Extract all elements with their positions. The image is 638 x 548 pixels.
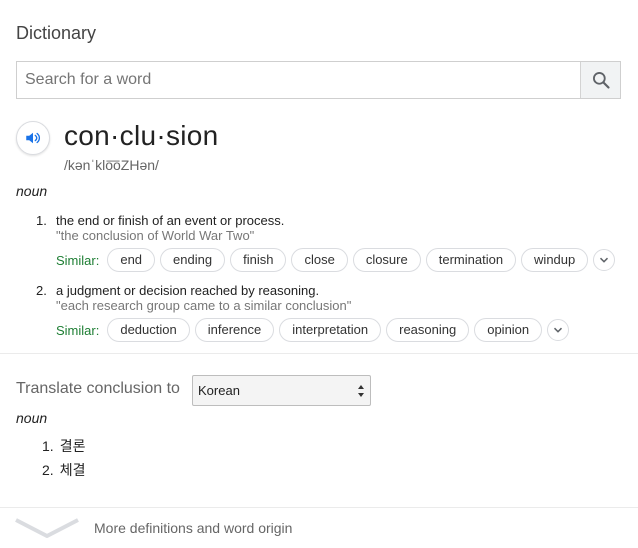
- definition-text: a judgment or decision reached by reason…: [56, 283, 320, 298]
- chevron-down-icon: [554, 327, 563, 333]
- headword: con·clu·sion: [64, 120, 219, 151]
- more-similar-button[interactable]: [593, 249, 616, 271]
- selected-language: Korean: [198, 383, 240, 398]
- similar-chip-ending[interactable]: ending: [160, 248, 226, 272]
- similar-chip-end[interactable]: end: [107, 248, 156, 272]
- dictionary-title: Dictionary: [16, 23, 97, 43]
- more-definitions-link[interactable]: More definitions and word origin: [94, 520, 292, 536]
- definition-example: "the conclusion of World War Two": [56, 228, 255, 243]
- search-input[interactable]: [17, 62, 579, 98]
- definition-number: 2.: [36, 283, 47, 298]
- translation-item: 1. 결론: [42, 436, 91, 456]
- similar-words-row: Similar: end ending finish close closure…: [56, 248, 616, 272]
- similar-chip-termination[interactable]: termination: [425, 248, 517, 272]
- translate-label: Translate conclusion to: [16, 380, 180, 397]
- similar-chip-inference[interactable]: inference: [194, 318, 275, 342]
- language-select[interactable]: Korean: [192, 375, 371, 406]
- translation-text: 결론: [59, 438, 86, 454]
- translation-part-of-speech: noun: [16, 410, 48, 426]
- search-button[interactable]: [580, 62, 620, 98]
- part-of-speech: noun: [16, 183, 48, 199]
- select-arrows-icon: [358, 385, 364, 397]
- expand-button[interactable]: [14, 516, 80, 543]
- definition-example: "each research group came to a similar c…: [56, 298, 352, 313]
- similar-chip-close[interactable]: close: [291, 248, 348, 272]
- similar-words-row: Similar: deduction inference interpretat…: [56, 318, 570, 342]
- search-icon: [592, 72, 610, 89]
- similar-chip-windup[interactable]: windup: [521, 248, 589, 272]
- definition-number: 1.: [36, 213, 47, 228]
- pronunciation-button[interactable]: [16, 121, 50, 155]
- search-box: [16, 61, 621, 99]
- similar-chip-opinion[interactable]: opinion: [474, 318, 543, 342]
- similar-label: Similar:: [56, 322, 100, 338]
- chevron-down-icon: [600, 257, 609, 263]
- similar-chip-closure[interactable]: closure: [352, 248, 421, 272]
- definition-text: the end or finish of an event or process…: [56, 213, 285, 228]
- similar-chip-interpretation[interactable]: interpretation: [279, 318, 382, 342]
- translation-number: 1.: [42, 438, 54, 454]
- similar-chip-reasoning[interactable]: reasoning: [386, 318, 470, 342]
- translation-item: 2. 체결: [42, 460, 91, 480]
- similar-chip-deduction[interactable]: deduction: [107, 318, 190, 342]
- translation-number: 2.: [42, 462, 54, 478]
- similar-chip-finish[interactable]: finish: [230, 248, 287, 272]
- phonetic-spelling: /kənˈklo͞oZHən/: [64, 157, 159, 173]
- translation-text: 체결: [59, 462, 86, 478]
- section-divider: [0, 353, 638, 354]
- more-similar-button[interactable]: [547, 319, 570, 341]
- footer-divider: [0, 507, 638, 508]
- speaker-icon: [26, 132, 41, 144]
- similar-label: Similar:: [56, 252, 100, 268]
- chevron-down-icon: [15, 518, 79, 538]
